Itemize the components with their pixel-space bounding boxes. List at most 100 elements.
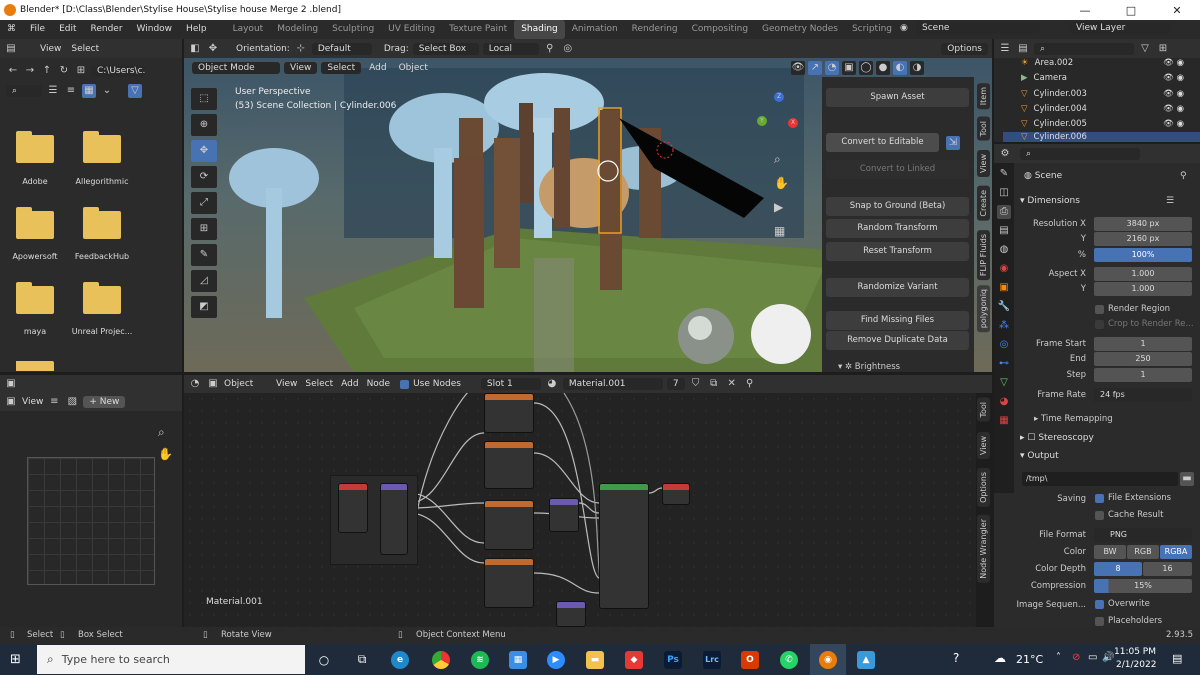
convert-to-linked-button[interactable]: Convert to Linked <box>826 160 969 179</box>
material-name-field[interactable]: Material.001 <box>562 378 663 390</box>
blender-taskbar-icon[interactable]: ◉ <box>810 644 846 675</box>
texture-coordinate-node[interactable] <box>338 483 368 533</box>
orientation-dropdown[interactable]: Default <box>311 42 372 55</box>
task-view-icon[interactable]: ⧉ <box>344 644 380 675</box>
properties-type-icon[interactable]: ⚙ <box>998 147 1012 161</box>
fake-user-shield-icon[interactable]: ⛉ <box>689 377 703 391</box>
outliner-item[interactable]: ▽ Cylinder.003 👁 ◉ <box>1003 86 1200 101</box>
reset-transform-button[interactable]: Reset Transform <box>826 242 969 261</box>
data-tab-icon[interactable]: ▽ <box>997 376 1011 390</box>
file-extensions-checkbox[interactable] <box>1095 494 1104 503</box>
node-tab-view[interactable]: View <box>977 432 990 459</box>
tab-geometry-nodes[interactable]: Geometry Nodes <box>755 20 845 39</box>
viewport-select-menu[interactable]: Select <box>321 61 362 74</box>
normal-map-node[interactable] <box>556 601 586 627</box>
shader-type-dropdown[interactable]: Object <box>224 379 268 389</box>
proportional-edit-icon[interactable]: ◎ <box>561 42 575 56</box>
constraints-tab-icon[interactable]: ⊷ <box>997 357 1011 371</box>
file-search-field[interactable]: ⌕ <box>6 85 42 97</box>
file-format-dropdown[interactable]: PNG <box>1094 528 1192 542</box>
output-path-field[interactable]: /tmp\ <box>1022 472 1178 486</box>
image-editor-icon[interactable]: ▣ <box>4 395 18 409</box>
gizmo-icon[interactable]: ↗ <box>808 61 822 75</box>
horizontal-list-icon[interactable]: ≡ <box>64 84 78 98</box>
convert-to-editable-button[interactable]: Convert to Editable <box>826 133 939 152</box>
hamburger-icon[interactable]: ≡ <box>47 395 61 409</box>
image-texture-node[interactable] <box>484 393 534 433</box>
y-axis-icon[interactable]: Y <box>757 116 767 126</box>
render-tab-icon[interactable]: ◫ <box>997 186 1011 200</box>
windows-start-icon[interactable]: ⊞ <box>10 652 21 667</box>
refresh-icon[interactable]: ↻ <box>57 64 71 78</box>
visibility-icon[interactable]: 👁 ◉ <box>1163 119 1184 129</box>
mapping-node[interactable] <box>380 483 408 555</box>
tab-scripting[interactable]: Scripting <box>845 20 899 39</box>
node-add-menu[interactable]: Add <box>341 379 358 389</box>
outliner-item[interactable]: ▽ Cylinder.005 👁 ◉ <box>1003 116 1200 131</box>
image-texture-node[interactable] <box>484 558 534 608</box>
visibility-icon[interactable]: 👁 ◉ <box>1163 104 1184 114</box>
material-users-count[interactable]: 7 <box>666 378 685 390</box>
pan-hand-icon[interactable]: ✋ <box>158 447 173 461</box>
scale-tool-icon[interactable]: ⤢ <box>191 192 217 214</box>
principled-bsdf-node[interactable] <box>599 483 649 609</box>
dimensions-panel-header[interactable]: ▾ Dimensions <box>1020 196 1080 206</box>
move-tool-icon[interactable]: ✥ <box>206 42 220 56</box>
render-region-checkbox[interactable] <box>1095 305 1104 314</box>
volume-icon[interactable]: 🔊 <box>1102 652 1114 663</box>
slot-dropdown[interactable]: Slot 1 <box>480 378 541 390</box>
back-arrow-icon[interactable]: ← <box>6 64 20 78</box>
snap-icon[interactable]: ⚲ <box>543 42 557 56</box>
frame-end-field[interactable]: 250 <box>1094 352 1192 366</box>
file-view-menu[interactable]: View <box>40 44 61 54</box>
scene-tab-icon[interactable]: ◍ <box>997 243 1011 257</box>
outliner-item[interactable]: ☀ Area.002 👁 ◉ <box>1003 55 1200 70</box>
view-layer-tab-icon[interactable]: ▤ <box>997 224 1011 238</box>
select-tool-icon[interactable]: ⬚ <box>191 88 217 110</box>
tray-app-icon[interactable]: ⊘ <box>1072 652 1080 663</box>
blender-menu-icon[interactable]: ⌘ <box>0 20 23 39</box>
wireframe-shading-icon[interactable]: ◯ <box>859 61 873 75</box>
menu-edit[interactable]: Edit <box>52 20 83 39</box>
sort-icon[interactable]: ⌄ <box>100 84 114 98</box>
menu-file[interactable]: File <box>23 20 52 39</box>
lightroom-icon[interactable]: Lrc <box>694 644 730 675</box>
aspect-y-field[interactable]: 1.000 <box>1094 282 1192 296</box>
material-preview-icon[interactable]: ◐ <box>893 61 907 75</box>
tab-flip-fluids[interactable]: FLIP Fluids <box>977 230 990 281</box>
close-button[interactable]: ✕ <box>1154 0 1200 20</box>
folder-icon[interactable] <box>83 207 121 239</box>
pivot-dropdown[interactable]: Local <box>482 42 539 55</box>
folder-browse-icon[interactable]: ▬ <box>1180 472 1194 486</box>
folder-icon[interactable] <box>16 282 54 314</box>
material-tab-icon[interactable]: ◕ <box>997 395 1011 409</box>
menu-help[interactable]: Help <box>179 20 214 39</box>
x-axis-icon[interactable]: X <box>788 118 798 128</box>
editor-type-icon[interactable]: ◧ <box>188 42 202 56</box>
color-bw-option[interactable]: BW <box>1094 545 1126 559</box>
pin-icon[interactable]: ⚲ <box>743 377 757 391</box>
presets-icon[interactable]: ☰ <box>1166 196 1174 206</box>
xray-icon[interactable]: ▣ <box>842 61 856 75</box>
physics-tab-icon[interactable]: ◎ <box>997 338 1011 352</box>
visibility-icon[interactable]: 👁 <box>791 61 805 75</box>
properties-search-field[interactable]: ⌕ <box>1020 147 1140 160</box>
viewport-add-menu[interactable]: Add <box>369 63 386 73</box>
zoom-icon[interactable]: ⌕ <box>158 425 165 440</box>
image-texture-node[interactable] <box>484 500 534 550</box>
viewport-view-menu[interactable]: View <box>284 61 318 74</box>
folder-icon[interactable] <box>16 361 54 371</box>
particles-tab-icon[interactable]: ⁂ <box>997 319 1011 333</box>
compression-slider[interactable]: 15% <box>1094 579 1192 593</box>
maximize-button[interactable]: □ <box>1108 0 1154 20</box>
spawn-asset-button[interactable]: Spawn Asset <box>826 88 969 107</box>
thumbnail-view-icon[interactable]: ▦ <box>82 84 96 98</box>
store-icon[interactable]: ▦ <box>500 644 536 675</box>
color-depth-16-option[interactable]: 16 <box>1143 562 1192 576</box>
stereoscopy-header[interactable]: ▸ ☐ Stereoscopy <box>1020 433 1094 443</box>
random-transform-button[interactable]: Random Transform <box>826 219 969 238</box>
material-sphere-icon[interactable]: ◕ <box>545 377 559 391</box>
outliner-item[interactable]: ▽ Cylinder.004 👁 ◉ <box>1003 101 1200 116</box>
edge-icon[interactable]: e <box>382 644 418 675</box>
visibility-icon[interactable]: 👁 ◉ <box>1163 73 1184 83</box>
